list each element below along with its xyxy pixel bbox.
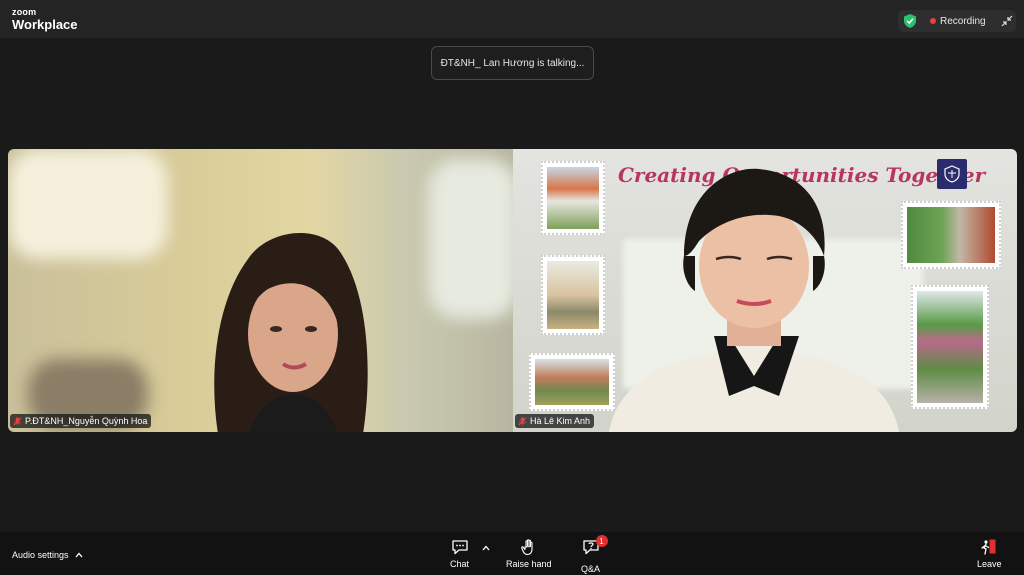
participant-video-tile-1[interactable]: P.ĐT&NH_Nguyễn Quỳnh Hoa xyxy=(8,149,513,432)
participant-name-tag: Hà Lê Kim Anh xyxy=(515,414,595,428)
recording-label: Recording xyxy=(940,15,986,27)
chat-label: Chat xyxy=(450,559,470,569)
collapse-arrows-icon[interactable] xyxy=(1001,15,1013,27)
leave-button[interactable]: Leave xyxy=(977,538,1002,569)
qa-notification-badge: 1 xyxy=(595,535,608,547)
qa-button[interactable]: 1 Q&A xyxy=(581,535,608,574)
photo-stamp xyxy=(541,161,605,235)
recording-indicator[interactable]: Recording xyxy=(898,10,1016,32)
mic-muted-icon xyxy=(518,416,527,426)
participant-video-figure xyxy=(214,233,368,432)
chat-options-chevron-icon[interactable] xyxy=(482,545,490,551)
meeting-stage: ĐT&NH_ Lan Hương is talking... P.ĐT&NH_N… xyxy=(0,38,1024,532)
security-shield-icon[interactable] xyxy=(904,14,916,28)
chat-button[interactable]: Chat xyxy=(450,538,469,569)
photo-stamp xyxy=(541,255,605,335)
chat-bubble-icon xyxy=(451,540,468,555)
university-logo-icon xyxy=(937,159,967,189)
background-blur xyxy=(428,159,513,319)
meeting-toolbar: Audio settings Chat Raise hand 1 Q&A Lea… xyxy=(0,532,1024,575)
zoom-workplace-logo: zoom Workplace xyxy=(12,7,78,32)
leave-door-icon xyxy=(981,539,996,555)
mic-muted-icon xyxy=(13,416,22,426)
recording-dot-icon xyxy=(930,18,936,24)
raise-hand-label: Raise hand xyxy=(506,559,552,569)
leave-label: Leave xyxy=(977,559,1002,569)
qa-label: Q&A xyxy=(581,564,601,574)
participant-video-tile-2[interactable]: Creating Opportunities Together Hà Lê Ki… xyxy=(513,149,1017,432)
raised-hand-icon xyxy=(520,539,533,556)
active-speaker-banner: ĐT&NH_ Lan Hương is talking... xyxy=(431,46,594,80)
participant-video-figure xyxy=(609,168,899,432)
background-blur xyxy=(8,149,168,259)
participant-name: P.ĐT&NH_Nguyễn Quỳnh Hoa xyxy=(25,416,148,426)
title-bar: zoom Workplace Recording xyxy=(0,0,1024,38)
photo-stamp xyxy=(911,285,989,409)
logo-zoom-text: zoom xyxy=(12,7,37,17)
participant-name: Hà Lê Kim Anh xyxy=(530,416,591,426)
participant-name-tag: P.ĐT&NH_Nguyễn Quỳnh Hoa xyxy=(10,414,152,428)
raise-hand-button[interactable]: Raise hand xyxy=(506,538,552,569)
chevron-up-icon[interactable] xyxy=(75,552,83,558)
audio-settings-label: Audio settings xyxy=(12,550,69,560)
photo-stamp xyxy=(901,201,1001,269)
audio-settings-button[interactable]: Audio settings xyxy=(12,550,83,560)
logo-workplace-text: Workplace xyxy=(12,17,78,32)
